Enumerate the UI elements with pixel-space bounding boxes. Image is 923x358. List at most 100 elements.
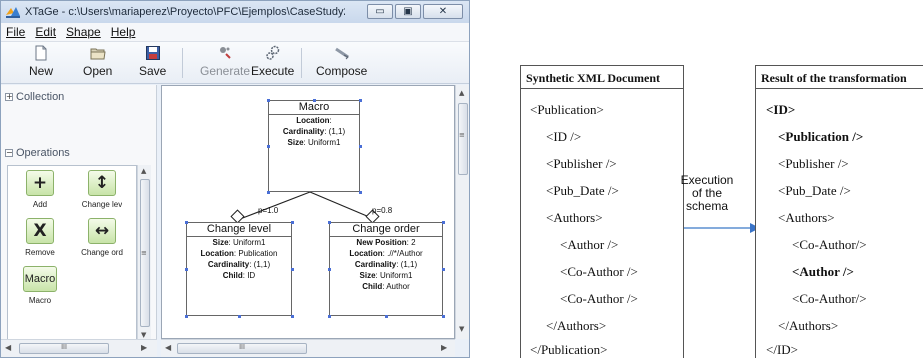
macro-icon[interactable]: Macro xyxy=(23,266,57,292)
selection-handle[interactable] xyxy=(291,268,294,271)
operations-scrollbar[interactable]: ▲ ≡ ▼ xyxy=(137,165,151,343)
macro-node[interactable]: Macro Location: Cardinality: (1,1) Size:… xyxy=(268,100,360,192)
scroll-up-icon[interactable]: ▲ xyxy=(459,89,464,97)
open-button[interactable]: Open xyxy=(83,44,112,82)
selection-handle[interactable] xyxy=(328,315,331,318)
selection-handle[interactable] xyxy=(267,145,270,148)
node-property: Cardinality: (1,1) xyxy=(207,260,271,269)
toolbar-separator xyxy=(301,48,302,78)
xml-line: <Publication /> xyxy=(778,129,864,144)
operation-add[interactable]: + Add xyxy=(10,170,70,209)
node-title: Change order xyxy=(330,223,442,237)
node-property: Location: Publication xyxy=(200,249,278,258)
menu-help[interactable]: Help xyxy=(106,25,141,39)
menu-file[interactable]: File xyxy=(1,25,30,39)
node-property: Cardinality: (1,1) xyxy=(354,260,418,269)
selection-handle[interactable] xyxy=(267,99,270,102)
minimize-button[interactable]: ▭ xyxy=(367,4,393,19)
selection-handle[interactable] xyxy=(291,221,294,224)
collapse-icon[interactable]: − xyxy=(5,149,13,157)
selection-handle[interactable] xyxy=(442,221,445,224)
operation-macro[interactable]: Macro Macro xyxy=(10,266,70,305)
selection-handle[interactable] xyxy=(359,145,362,148)
new-button[interactable]: New xyxy=(29,44,53,82)
operation-change-order[interactable]: ↔ Change ord xyxy=(72,218,132,257)
selection-handle[interactable] xyxy=(442,315,445,318)
canvas-vertical-scrollbar[interactable]: ▲ ≡ ▼ xyxy=(455,85,469,339)
selection-handle[interactable] xyxy=(185,221,188,224)
collection-label: Collection xyxy=(16,91,65,103)
diagram-canvas[interactable]: p=1.0 p=0.8 Macro Location: Cardinality:… xyxy=(161,85,455,339)
xml-line: <Publisher /> xyxy=(778,156,849,171)
save-disk-icon xyxy=(145,45,161,61)
execute-label: Execute xyxy=(251,64,295,78)
selection-handle[interactable] xyxy=(328,268,331,271)
node-title: Macro xyxy=(269,101,359,115)
xml-line: <Publication> xyxy=(530,102,604,117)
selection-handle[interactable] xyxy=(185,268,188,271)
scroll-up-icon[interactable]: ▲ xyxy=(141,167,146,175)
xtage-logo-icon xyxy=(5,5,21,19)
collection-header[interactable]: + Collection xyxy=(5,91,64,103)
compose-button[interactable]: Compose xyxy=(316,44,367,82)
selection-handle[interactable] xyxy=(267,191,270,194)
window-title: XTaGe - c:\Users\mariaperez\Proyecto\PFC… xyxy=(25,6,345,18)
scroll-left-icon[interactable]: ◀ xyxy=(165,343,171,352)
vertical-arrows-icon[interactable]: ↕ xyxy=(88,170,116,196)
scroll-right-icon[interactable]: ▶ xyxy=(441,343,447,352)
selection-handle[interactable] xyxy=(313,99,316,102)
canvas-horizontal-scrollbar[interactable]: ◀ III ▶ xyxy=(161,339,455,357)
operation-change-level[interactable]: ↕ Change lev xyxy=(72,170,132,209)
save-button[interactable]: Save xyxy=(139,44,166,82)
compose-label: Compose xyxy=(316,64,368,78)
operations-header[interactable]: − Operations xyxy=(5,147,70,159)
selection-handle[interactable] xyxy=(385,315,388,318)
horizontal-arrows-icon[interactable]: ↔ xyxy=(88,218,116,244)
scroll-thumb[interactable] xyxy=(458,103,468,175)
expand-icon[interactable]: + xyxy=(5,93,13,101)
execute-button[interactable]: Execute xyxy=(251,44,294,82)
selection-handle[interactable] xyxy=(238,315,241,318)
left-horizontal-scrollbar[interactable]: ◀ III ▶ xyxy=(1,339,157,357)
change-order-node[interactable]: Change order New Position: 2 Location: .… xyxy=(329,222,443,316)
left-panel: + Collection − Operations + Add ↕ Change… xyxy=(1,85,157,343)
xtage-window: XTaGe - c:\Users\mariaperez\Proyecto\PFC… xyxy=(0,0,470,358)
menu-edit[interactable]: Edit xyxy=(30,25,61,39)
xml-line: <Co-Author /> xyxy=(560,264,638,279)
selection-handle[interactable] xyxy=(359,99,362,102)
node-property: New Position: 2 xyxy=(356,238,416,247)
node-property: Size: Uniform1 xyxy=(359,271,413,280)
close-button[interactable]: ✕ xyxy=(423,4,463,19)
xml-line: </Authors> xyxy=(778,318,839,333)
open-label: Open xyxy=(83,64,113,78)
title-bar[interactable]: XTaGe - c:\Users\mariaperez\Proyecto\PFC… xyxy=(1,1,469,23)
operation-label: Change ord xyxy=(81,248,123,257)
probability-label-left: p=1.0 xyxy=(258,206,279,215)
save-label: Save xyxy=(139,64,167,78)
selection-handle[interactable] xyxy=(328,221,331,224)
toolbar: New Open Save Generate Execute Compose xyxy=(1,42,469,84)
hscroll-thumb[interactable]: III xyxy=(177,343,307,354)
remove-x-icon[interactable]: X xyxy=(26,218,54,244)
xml-line: <ID /> xyxy=(546,129,582,144)
new-label: New xyxy=(29,64,54,78)
maximize-button[interactable]: ▣ xyxy=(395,4,421,19)
xml-line: <ID> xyxy=(766,102,796,117)
add-icon[interactable]: + xyxy=(26,170,54,196)
operation-remove[interactable]: X Remove xyxy=(10,218,70,257)
menu-shape[interactable]: Shape xyxy=(61,25,106,39)
selection-handle[interactable] xyxy=(359,191,362,194)
scroll-down-icon[interactable]: ▼ xyxy=(141,331,146,339)
generate-button[interactable]: Generate xyxy=(200,44,250,82)
hscroll-thumb[interactable]: III xyxy=(19,343,109,354)
selection-handle[interactable] xyxy=(185,315,188,318)
scroll-right-icon[interactable]: ▶ xyxy=(141,343,147,352)
change-level-node[interactable]: Change level Size: Uniform1 Location: Pu… xyxy=(186,222,292,316)
xml-line: </Publication> xyxy=(530,342,608,357)
scroll-left-icon[interactable]: ◀ xyxy=(5,343,11,352)
new-file-icon xyxy=(33,45,49,61)
xml-line: <Co-Author/> xyxy=(792,237,867,252)
selection-handle[interactable] xyxy=(442,268,445,271)
selection-handle[interactable] xyxy=(291,315,294,318)
scroll-down-icon[interactable]: ▼ xyxy=(459,325,464,333)
